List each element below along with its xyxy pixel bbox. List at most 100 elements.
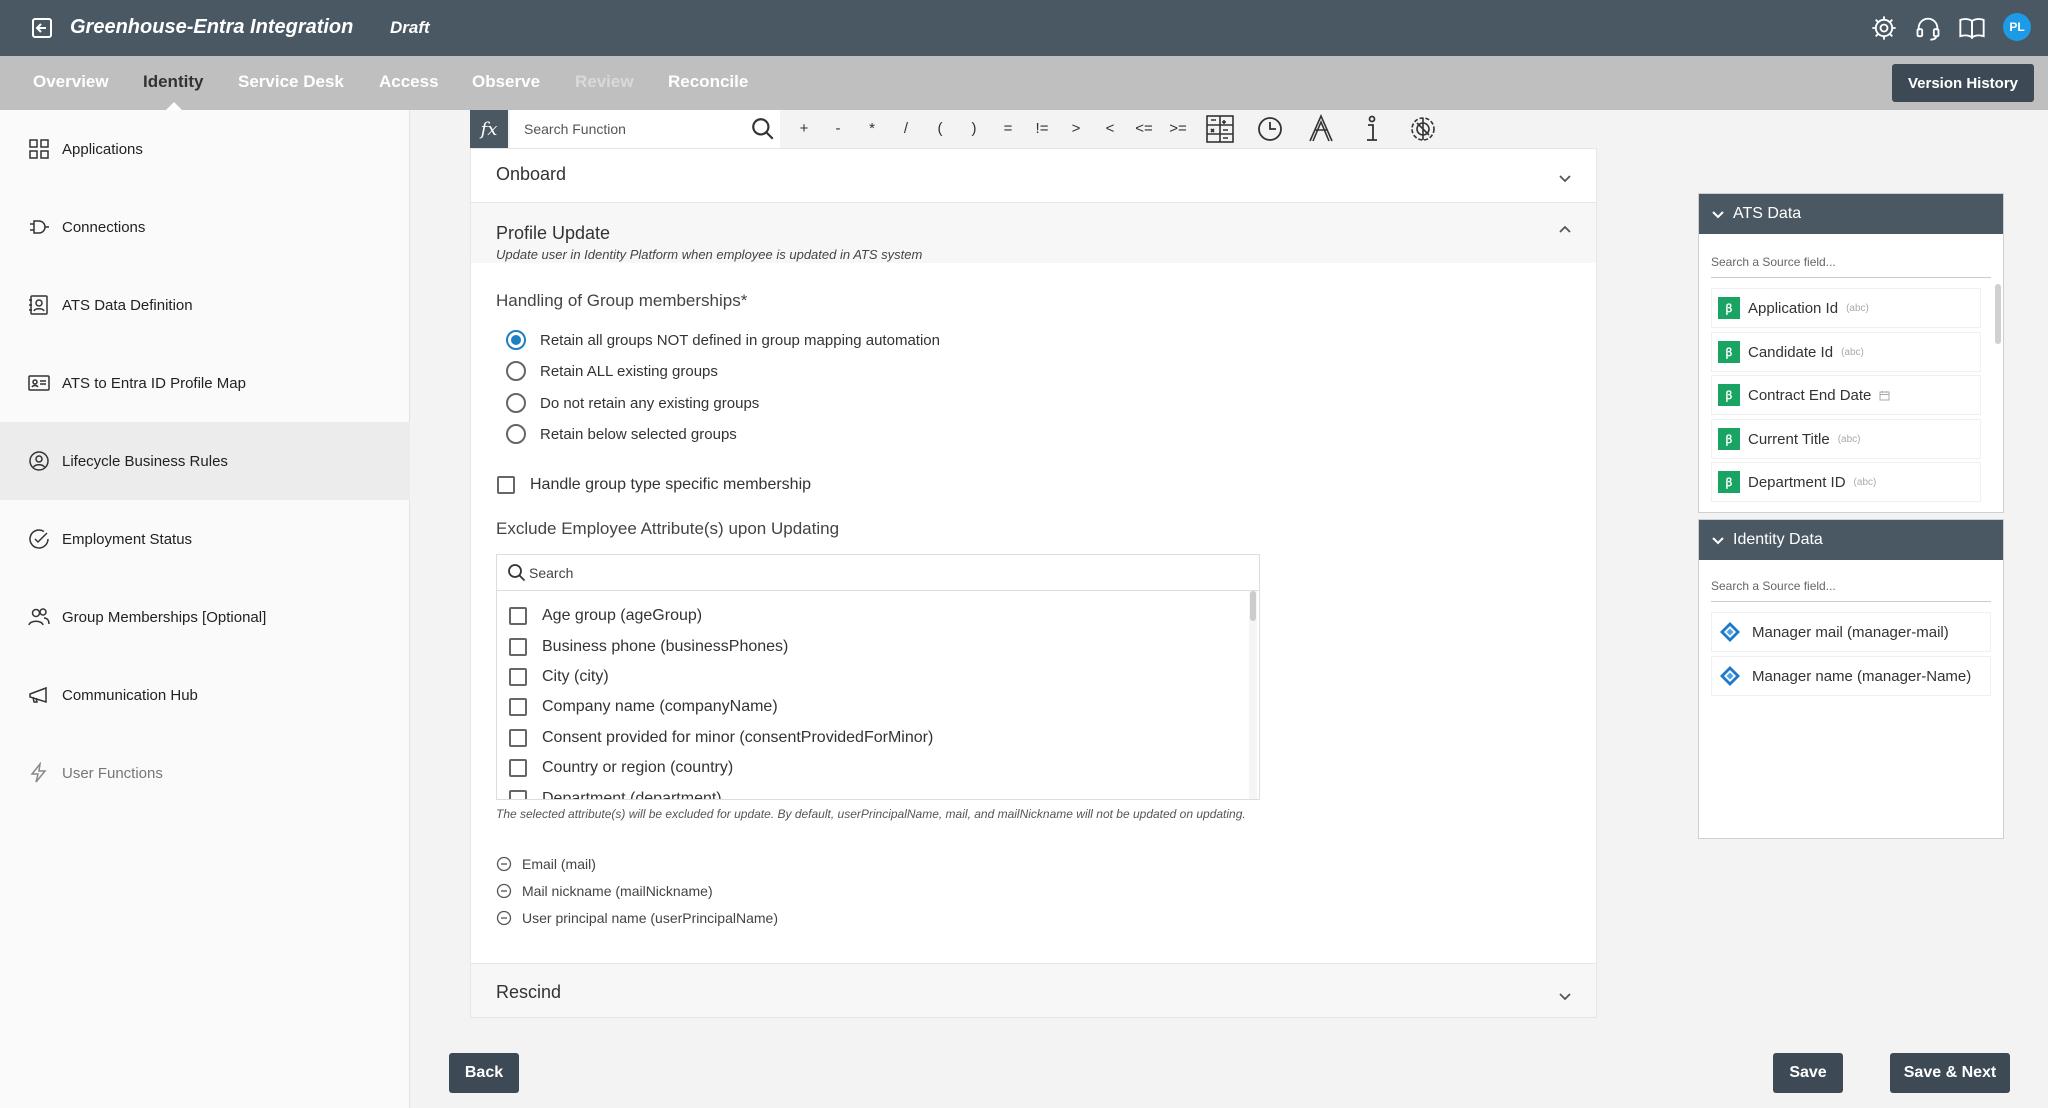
- tab-service-desk[interactable]: Service Desk: [238, 72, 344, 92]
- tab-observe[interactable]: Observe: [472, 72, 540, 92]
- font-icon[interactable]: [1305, 113, 1337, 145]
- checkbox[interactable]: [509, 637, 527, 656]
- source-field[interactable]: ꞵ Application Id (abc): [1711, 288, 1981, 328]
- brain-gear-icon[interactable]: [1407, 113, 1439, 145]
- identity-data-panel-header[interactable]: Identity Data: [1699, 520, 2003, 560]
- operator-multiply[interactable]: *: [857, 120, 887, 137]
- tab-reconcile[interactable]: Reconcile: [668, 72, 748, 92]
- minus-circle-icon[interactable]: [496, 910, 512, 926]
- minus-circle-icon[interactable]: [496, 883, 512, 899]
- sidebar-item-lifecycle-business-rules[interactable]: Lifecycle Business Rules: [0, 422, 410, 500]
- chevron-down-icon[interactable]: [1557, 170, 1573, 186]
- avatar[interactable]: PL: [2003, 13, 2031, 41]
- operator-plus[interactable]: +: [789, 120, 819, 137]
- source-field[interactable]: Manager name (manager-Name): [1711, 656, 1991, 696]
- book-icon[interactable]: [1958, 14, 1986, 42]
- source-field[interactable]: ꞵ Candidate Id (abc): [1711, 332, 1981, 372]
- radio-button[interactable]: [506, 424, 526, 444]
- sidebar-item-connections[interactable]: Connections: [0, 188, 410, 266]
- ats-data-panel-header[interactable]: ATS Data: [1699, 194, 2003, 234]
- back-button[interactable]: Back: [449, 1053, 519, 1093]
- clock-icon[interactable]: [1254, 113, 1286, 145]
- function-search-input[interactable]: [510, 110, 780, 148]
- sidebar-item-user-functions[interactable]: User Functions: [0, 734, 410, 812]
- save-next-button[interactable]: Save & Next: [1890, 1053, 2010, 1093]
- attribute-option[interactable]: Company name (companyName): [509, 692, 1239, 722]
- info-icon[interactable]: [1356, 113, 1388, 145]
- back-icon[interactable]: [30, 16, 54, 40]
- group-membership-label: Handling of Group memberships*: [496, 291, 748, 310]
- tab-overview[interactable]: Overview: [33, 72, 109, 92]
- tab-identity[interactable]: Identity: [143, 72, 203, 92]
- tab-access[interactable]: Access: [379, 72, 439, 92]
- sidebar-item-communication-hub[interactable]: Communication Hub: [0, 656, 410, 734]
- section-onboard-title[interactable]: Onboard: [496, 164, 566, 185]
- attribute-option[interactable]: Department (department): [509, 783, 1239, 800]
- radio-retain-none[interactable]: Do not retain any existing groups: [506, 393, 759, 413]
- scroll-thumb[interactable]: [1995, 284, 2001, 344]
- attribute-label: Consent provided for minor (consentProvi…: [542, 728, 934, 746]
- gear-icon[interactable]: [1870, 14, 1898, 42]
- chevron-up-icon[interactable]: [1557, 222, 1573, 238]
- radio-button[interactable]: [506, 393, 526, 413]
- operator-less[interactable]: <: [1095, 120, 1125, 137]
- ats-field-search-input[interactable]: [1711, 246, 1991, 278]
- operator-greater-equal[interactable]: >=: [1163, 120, 1193, 137]
- checkbox[interactable]: [509, 759, 527, 778]
- panel-title: Identity Data: [1733, 531, 1823, 548]
- table-grid-icon[interactable]: [1204, 113, 1236, 145]
- headset-icon[interactable]: [1914, 14, 1942, 42]
- radio-retain-selected[interactable]: Retain below selected groups: [506, 424, 737, 444]
- save-button[interactable]: Save: [1773, 1053, 1843, 1093]
- operator-open-paren[interactable]: (: [925, 120, 955, 137]
- search-icon[interactable]: [750, 116, 776, 142]
- radio-retain-not-defined[interactable]: Retain all groups NOT defined in group m…: [506, 330, 940, 350]
- operator-not-equals[interactable]: !=: [1027, 120, 1057, 137]
- radio-button[interactable]: [506, 361, 526, 381]
- version-history-button[interactable]: Version History: [1892, 64, 2034, 102]
- sidebar-item-group-memberships[interactable]: Group Memberships [Optional]: [0, 578, 410, 656]
- attribute-search-input[interactable]: [497, 555, 1259, 591]
- field-name: Application Id: [1748, 299, 1839, 317]
- sidebar-item-employment-status[interactable]: Employment Status: [0, 500, 410, 578]
- section-rescind-title[interactable]: Rescind: [496, 982, 561, 1003]
- minus-circle-icon[interactable]: [496, 856, 512, 872]
- fx-button[interactable]: fx: [470, 110, 508, 148]
- identity-field-search-input[interactable]: [1711, 570, 1991, 602]
- sidebar-item-profile-map[interactable]: ATS to Entra ID Profile Map: [0, 344, 410, 422]
- id-card-icon: [28, 375, 50, 391]
- scrollbar[interactable]: [1249, 591, 1257, 799]
- user-circle-icon: [29, 451, 49, 471]
- attribute-option[interactable]: City (city): [509, 662, 1239, 692]
- operator-minus[interactable]: -: [823, 120, 853, 137]
- attribute-option[interactable]: Age group (ageGroup): [509, 601, 1239, 631]
- source-field[interactable]: ꞵ Current Title (abc): [1711, 419, 1981, 459]
- operator-less-equal[interactable]: <=: [1129, 120, 1159, 137]
- operator-greater[interactable]: >: [1061, 120, 1091, 137]
- checkbox[interactable]: [509, 728, 527, 747]
- attribute-label: Department (department): [542, 789, 722, 800]
- chevron-down-icon[interactable]: [1557, 988, 1573, 1004]
- attribute-option[interactable]: Business phone (businessPhones): [509, 631, 1239, 661]
- radio-retain-all[interactable]: Retain ALL existing groups: [506, 361, 718, 381]
- source-field[interactable]: ꞵ Contract End Date: [1711, 375, 1981, 415]
- section-profile-update-title[interactable]: Profile Update: [496, 223, 610, 244]
- operator-divide[interactable]: /: [891, 120, 921, 137]
- checkbox[interactable]: [509, 789, 527, 799]
- attribute-option[interactable]: Consent provided for minor (consentProvi…: [509, 723, 1239, 753]
- checkbox[interactable]: [509, 607, 527, 626]
- checkbox[interactable]: [497, 476, 515, 494]
- scroll-thumb[interactable]: [1250, 591, 1256, 621]
- source-field[interactable]: ꞵ Department ID (abc): [1711, 462, 1981, 502]
- source-field[interactable]: Manager mail (manager-mail): [1711, 612, 1991, 652]
- checkbox[interactable]: [509, 698, 527, 717]
- sidebar-item-ats-data-definition[interactable]: ATS Data Definition: [0, 266, 410, 344]
- operator-equals[interactable]: =: [993, 120, 1023, 137]
- operator-close-paren[interactable]: ): [959, 120, 989, 137]
- radio-button[interactable]: [506, 330, 526, 350]
- handle-group-type-checkbox[interactable]: Handle group type specific membership: [497, 476, 811, 494]
- attribute-option[interactable]: Country or region (country): [509, 753, 1239, 783]
- sidebar-item-applications[interactable]: Applications: [0, 110, 410, 188]
- excluded-default-item: Email (mail): [496, 856, 596, 872]
- checkbox[interactable]: [509, 667, 527, 686]
